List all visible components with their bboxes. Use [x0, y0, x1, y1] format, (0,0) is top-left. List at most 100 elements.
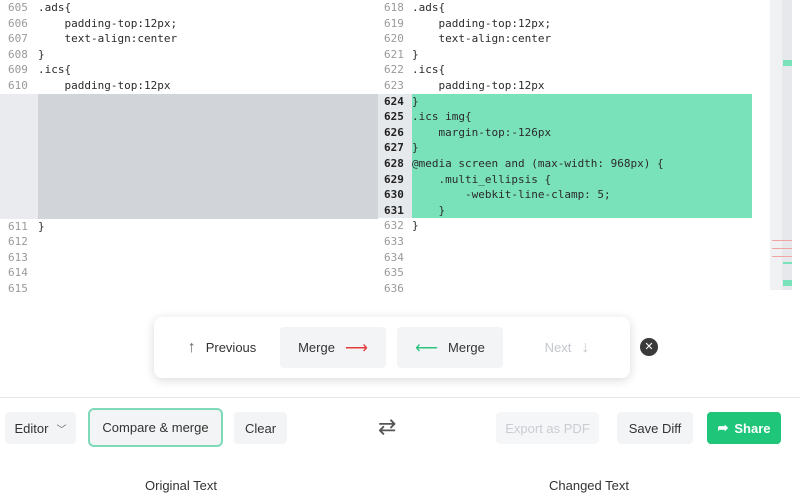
code-line[interactable]: 631 }	[378, 202, 752, 219]
share-icon: ➦	[717, 420, 729, 435]
code-line[interactable]: 623 padding-top:12px	[378, 78, 752, 94]
diff-minimap[interactable]	[770, 0, 792, 290]
change-navigation-bar: ↑ Previous Merge ⟶ ⟵ Merge Next ↓	[154, 317, 630, 378]
code-line[interactable]: 609 .ics{	[0, 62, 378, 78]
merge-left-button[interactable]: ⟵ Merge	[397, 327, 503, 368]
line-number: 606	[8, 16, 28, 30]
line-code: }	[412, 141, 419, 155]
line-number: 619	[384, 16, 404, 30]
share-label: Share	[734, 420, 771, 436]
line-code: .ads{	[38, 1, 72, 14]
line-number: 613	[8, 250, 28, 264]
compare-merge-button[interactable]: Compare & merge	[88, 408, 223, 447]
minimap-removed-marker	[772, 240, 792, 241]
toolbar-divider	[0, 397, 800, 398]
close-icon: ✕	[644, 340, 654, 353]
line-code: padding-top:12px	[412, 78, 545, 92]
line-code: }	[412, 94, 419, 108]
editor-label: Editor	[14, 420, 49, 436]
merge-right-button[interactable]: Merge ⟶	[280, 327, 386, 368]
code-line[interactable]: 620 text-align:center	[378, 31, 752, 47]
previous-change-button[interactable]: ↑ Previous	[164, 327, 280, 368]
editor-dropdown[interactable]: Editor ﹀	[5, 412, 76, 444]
code-line[interactable]: 621}	[378, 47, 752, 63]
code-line[interactable]: 613	[0, 250, 378, 266]
code-line[interactable]: 614	[0, 265, 378, 281]
code-line[interactable]: 606 padding-top:12px;	[0, 16, 378, 32]
line-number: 609	[8, 63, 28, 77]
line-code: }	[412, 219, 419, 233]
code-line[interactable]: 624}	[378, 93, 752, 110]
minimap-change-marker	[783, 280, 792, 286]
code-line[interactable]: 632}	[378, 218, 752, 234]
code-line[interactable]: 636	[378, 281, 752, 297]
next-change-button[interactable]: Next ↓	[514, 327, 620, 368]
line-number: 624	[378, 93, 412, 110]
line-code: @media screen and (max-width: 968px) {	[412, 156, 664, 170]
added-lines-block: 624} 625 .ics img{626 margin-top:-126px 627…	[378, 93, 752, 219]
arrow-up-icon: ↑	[187, 338, 196, 356]
code-line[interactable]: 618 .ads{	[378, 0, 752, 16]
code-line[interactable]: 634	[378, 250, 752, 266]
code-line[interactable]: 622 .ics{	[378, 62, 752, 78]
line-code: .ics{	[38, 63, 72, 77]
line-code: }	[412, 47, 419, 61]
save-diff-label: Save Diff	[628, 420, 682, 436]
line-number: 611	[8, 219, 28, 233]
line-number: 636	[384, 281, 404, 295]
line-number: 635	[384, 266, 404, 280]
line-number: 621	[384, 47, 404, 61]
line-number: 632	[384, 219, 404, 233]
minimap-change-marker	[783, 262, 792, 264]
code-line[interactable]: 605 .ads{	[0, 0, 378, 16]
original-text-pane[interactable]: 605 .ads{606 padding-top:12px; 607 text-al…	[0, 0, 378, 297]
line-number: 607	[8, 32, 28, 46]
code-line[interactable]: 619 padding-top:12px;	[378, 16, 752, 32]
close-navigation-button[interactable]: ✕	[640, 338, 658, 356]
line-number: 630	[378, 187, 412, 203]
line-number: 626	[378, 124, 412, 141]
code-line[interactable]: 633	[378, 234, 752, 250]
merge-left-label: Merge	[448, 340, 485, 355]
arrow-down-icon: ↓	[581, 338, 590, 356]
code-line[interactable]: 607 text-align:center	[0, 31, 378, 47]
scrollbar-thumb[interactable]	[782, 0, 792, 290]
line-number: 627	[378, 140, 412, 156]
code-line[interactable]: 615	[0, 281, 378, 297]
export-pdf-button[interactable]: Export as PDF	[496, 412, 599, 444]
line-number: 629	[378, 171, 412, 188]
line-code: padding-top:12px	[38, 78, 171, 92]
line-number: 623	[384, 78, 404, 92]
clear-button[interactable]: Clear	[234, 412, 287, 444]
missing-lines-placeholder	[0, 93, 378, 219]
line-code: .ics img{	[412, 110, 472, 124]
share-button[interactable]: ➦ Share	[707, 412, 781, 444]
save-diff-button[interactable]: Save Diff	[617, 412, 693, 444]
previous-label: Previous	[205, 340, 257, 355]
next-label: Next	[544, 340, 572, 355]
code-line[interactable]: 627}	[378, 140, 752, 156]
code-line[interactable]: 612	[0, 234, 378, 250]
code-line[interactable]: 625 .ics img{	[378, 109, 752, 125]
line-code: padding-top:12px;	[412, 16, 552, 30]
code-line[interactable]: 629 .multi_ellipsis {	[378, 171, 752, 188]
line-code: }	[412, 203, 446, 217]
original-text-label: Original Text	[145, 478, 218, 493]
clear-label: Clear	[244, 420, 277, 436]
compare-merge-label: Compare & merge	[102, 420, 209, 435]
code-line[interactable]: 626 margin-top:-126px	[378, 124, 752, 141]
export-pdf-label: Export as PDF	[505, 420, 590, 436]
code-line[interactable]: 608}	[0, 47, 378, 63]
swap-icon[interactable]: ⇄	[378, 415, 396, 440]
line-code: text-align:center	[412, 32, 552, 46]
code-line[interactable]: 630 -webkit-line-clamp: 5;	[378, 187, 752, 203]
line-code: -webkit-line-clamp: 5;	[412, 188, 611, 202]
arrow-left-icon: ⟵	[415, 339, 439, 357]
code-line[interactable]: 610 padding-top:12px	[0, 78, 378, 94]
chevron-down-icon: ﹀	[56, 424, 67, 436]
code-line[interactable]: 611}	[0, 219, 378, 235]
line-code: .ads{	[412, 1, 446, 14]
code-line[interactable]: 635	[378, 265, 752, 281]
code-line[interactable]: 628 @media screen and (max-width: 968px) …	[378, 155, 752, 172]
changed-text-pane[interactable]: 618 .ads{619 padding-top:12px; 620 text-al…	[378, 0, 752, 296]
